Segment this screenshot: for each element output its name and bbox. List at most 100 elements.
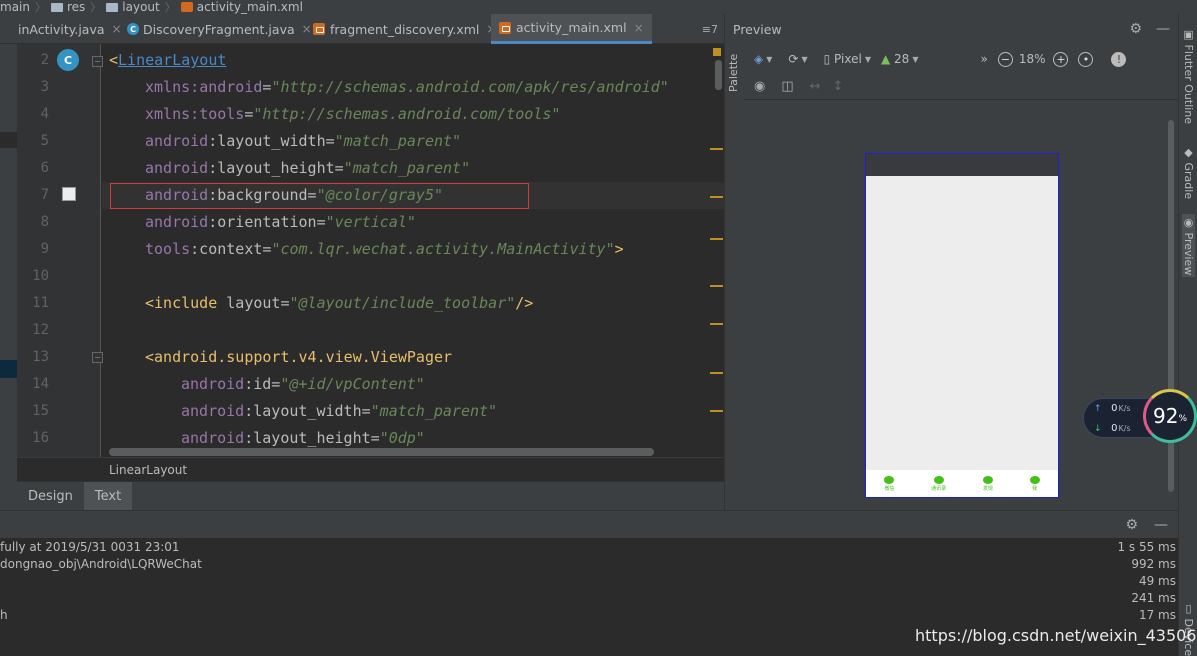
fold-icon[interactable]: − xyxy=(92,352,103,363)
vertical-scrollbar[interactable] xyxy=(715,60,722,90)
memory-gauge[interactable]: 92% xyxy=(1143,389,1197,443)
device-preview[interactable]: 微信 通讯录 发现 我 xyxy=(865,153,1059,498)
line-number: 7 xyxy=(40,187,49,203)
analysis-status-icon[interactable] xyxy=(713,48,721,56)
code-editor[interactable]: C − − 2 <LinearLayout 3 xmlns:android="http… xyxy=(17,44,724,457)
code-token: "match_parent" xyxy=(334,132,462,150)
build-log-time: 241 ms xyxy=(1131,591,1176,605)
split-view-icon[interactable]: ◫ xyxy=(781,79,793,94)
build-log-line: fully at 2019/5/31 0031 23:01 xyxy=(0,540,180,554)
code-line[interactable]: tools:context="com.lqr.wechat.activity.M… xyxy=(145,236,624,263)
code-line[interactable]: xmlns:tools="http://schemas.android.com/… xyxy=(145,101,560,128)
xml-tag-breadcrumb[interactable]: LinearLayout xyxy=(17,457,724,481)
device-selector[interactable]: ▯ Pixel ▼ xyxy=(824,52,871,66)
tab-fragment-discovery-xml[interactable]: fragment_discovery.xml× xyxy=(313,14,496,44)
chevron-down-icon: ▼ xyxy=(912,54,919,64)
nav-tab-contacts[interactable]: 通讯录 xyxy=(931,475,946,492)
warning-marker[interactable] xyxy=(710,285,723,287)
close-icon[interactable]: × xyxy=(634,21,644,35)
code-token: "com.lqr.wechat.activity.MainActivity" xyxy=(271,240,615,258)
warning-marker[interactable] xyxy=(710,196,723,198)
project-panel-edge[interactable] xyxy=(0,44,17,510)
orientation-button[interactable]: ⟳ ▼ xyxy=(788,52,807,66)
rail-tab-flutter-outline[interactable]: ▣ Flutter Outline xyxy=(1182,28,1195,124)
code-token: android xyxy=(199,78,263,96)
code-line[interactable]: android:layout_height="0dp" xyxy=(181,425,425,452)
more-toolbar-button[interactable]: » xyxy=(980,52,987,66)
warning-icon: ! xyxy=(1111,51,1127,67)
nav-tab-me[interactable]: 我 xyxy=(1029,475,1040,492)
warning-marker[interactable] xyxy=(710,323,723,325)
code-token: "0dp" xyxy=(379,429,425,447)
close-icon[interactable]: × xyxy=(112,22,122,36)
code-line[interactable]: android:layout_width="match_parent" xyxy=(181,398,497,425)
build-log-line: dongnao_obj\Android\LQRWeChat xyxy=(0,557,202,571)
vertical-resize-icon[interactable]: ↕ xyxy=(833,79,844,94)
minimize-icon[interactable]: — xyxy=(1156,21,1170,37)
code-token: <android.support.v4.view.ViewPager xyxy=(145,348,453,366)
code-line[interactable]: android:layout_width="match_parent" xyxy=(145,128,461,155)
breadcrumb-item-layout[interactable]: layout xyxy=(106,0,160,14)
code-line[interactable]: android:layout_height="match_parent" xyxy=(145,155,470,182)
warning-marker[interactable] xyxy=(710,238,723,240)
minimize-icon[interactable]: — xyxy=(1154,517,1168,533)
design-surface-button[interactable]: ◈ ▼ xyxy=(754,52,772,66)
code-line[interactable]: android:id="@+id/vpContent" xyxy=(181,371,425,398)
code-token: "http://schemas.android.com/tools" xyxy=(253,105,561,123)
code-line[interactable]: <include layout="@layout/include_toolbar… xyxy=(145,290,533,317)
code-line[interactable]: android:orientation="vertical" xyxy=(145,209,416,236)
code-line[interactable]: <android.support.v4.view.ViewPager xyxy=(145,344,452,371)
warning-marker[interactable] xyxy=(710,372,723,374)
arrow-up-icon: ↑ xyxy=(1094,403,1102,414)
close-icon[interactable]: × xyxy=(302,22,312,36)
zoom-in-button[interactable]: + xyxy=(1053,51,1069,67)
preview-icon: ◉ xyxy=(1182,216,1195,233)
tab-activity-main-xml[interactable]: activity_main.xml × xyxy=(491,14,652,44)
code-line[interactable]: android:background="@color/gray5" xyxy=(145,182,443,209)
device-label: Pixel xyxy=(834,52,862,66)
code-token: :layout_width= xyxy=(208,132,335,150)
tab-overflow-button[interactable]: ≡7 xyxy=(702,14,718,44)
zoom-in-icon: + xyxy=(1053,51,1069,67)
warnings-button[interactable]: ! xyxy=(1111,51,1127,67)
code-line[interactable]: xmlns:android="http://schemas.android.co… xyxy=(145,74,669,101)
breadcrumb-item-file[interactable]: activity_main.xml xyxy=(180,0,303,14)
rail-tab-gradle[interactable]: ◆ Gradle xyxy=(1182,146,1195,199)
nav-tab-chats[interactable]: 微信 xyxy=(884,475,895,492)
code-token: <include xyxy=(145,294,227,312)
palette-label[interactable]: Palette xyxy=(727,54,740,138)
zoom-fit-button[interactable]: • xyxy=(1078,51,1094,67)
tab-label: inActivity.java xyxy=(18,21,105,37)
zoom-level: 18% xyxy=(1018,52,1046,66)
breadcrumb-item-main[interactable]: main xyxy=(0,0,30,14)
fold-icon[interactable]: − xyxy=(92,56,103,67)
gear-icon[interactable]: ⚙ xyxy=(1129,21,1142,37)
rail-tab-preview[interactable]: ◉ Preview xyxy=(1182,214,1195,278)
code-token: "@color/gray5" xyxy=(316,186,444,204)
horizontal-resize-icon[interactable]: ↔ xyxy=(810,79,821,94)
chevron-down-icon: ▼ xyxy=(766,54,773,64)
breadcrumb-item-res[interactable]: res xyxy=(50,0,85,14)
tab-design[interactable]: Design xyxy=(17,482,84,511)
tab-main-activity[interactable]: inActivity.java × xyxy=(18,14,122,44)
nav-tab-label: 微信 xyxy=(884,485,895,492)
zoom-out-button[interactable]: − xyxy=(997,51,1013,67)
tab-discovery-fragment[interactable]: C DiscoveryFragment.java × xyxy=(127,14,312,44)
api-level-selector[interactable]: ▲ 28 ▼ xyxy=(881,52,919,66)
nav-tab-discover[interactable]: 发现 xyxy=(982,475,993,492)
flutter-icon: ▣ xyxy=(1182,28,1195,45)
discover-icon xyxy=(982,475,993,484)
line-number: 10 xyxy=(32,268,49,284)
color-preview-icon[interactable] xyxy=(62,187,76,201)
gear-icon[interactable]: ⚙ xyxy=(1125,517,1138,533)
tab-text[interactable]: Text xyxy=(83,481,133,511)
palette-strip[interactable]: Palette xyxy=(724,44,744,510)
code-line[interactable]: <LinearLayout xyxy=(109,47,226,74)
folder-icon xyxy=(106,2,119,12)
warning-marker[interactable] xyxy=(710,148,723,150)
build-log-time: 992 ms xyxy=(1131,557,1176,571)
warning-marker[interactable] xyxy=(710,410,723,412)
show-icon[interactable]: ◉ xyxy=(754,79,765,94)
class-reference-icon[interactable]: C xyxy=(57,49,79,71)
code-token: :context= xyxy=(190,240,272,258)
